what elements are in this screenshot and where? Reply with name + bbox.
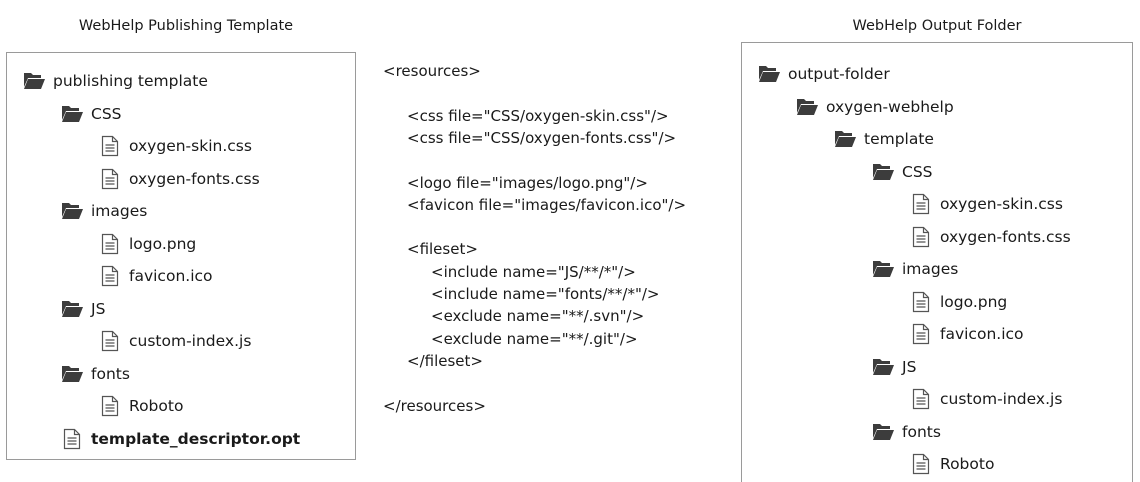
- xml-line: <include name="JS/**/*"/>: [431, 262, 636, 281]
- tree-item-label: images: [91, 202, 148, 220]
- tree-item-label: publishing template: [53, 72, 208, 90]
- tree-item: logo.png: [99, 229, 196, 259]
- tree-item-label: JS: [91, 299, 106, 318]
- file-icon: [910, 323, 932, 345]
- folder-icon: [872, 258, 894, 280]
- tree-item-label: favicon.ico: [129, 267, 213, 285]
- folder-icon: [61, 103, 83, 125]
- tree-item: custom-index.js: [99, 326, 251, 356]
- xml-line: <css file="CSS/oxygen-skin.css"/>: [407, 106, 669, 125]
- tree-item: logo.png: [910, 287, 1007, 317]
- tree-item-label: logo.png: [129, 234, 197, 253]
- file-icon: [99, 330, 121, 352]
- tree-item: fonts: [61, 359, 130, 389]
- tree-item: Roboto: [99, 391, 183, 421]
- tree-item: template_descriptor.opt: [61, 424, 300, 454]
- publishing-template-title: WebHelp Publishing Template: [78, 18, 294, 34]
- xml-line: <css file="CSS/oxygen-fonts.css"/>: [407, 128, 677, 147]
- folder-icon: [23, 70, 45, 92]
- output-folder-title: WebHelp Output Folder: [852, 18, 1022, 34]
- tree-item: oxygen-skin.css: [99, 131, 252, 161]
- tree-item-label: Roboto: [940, 455, 995, 473]
- tree-item-label: fonts: [902, 422, 941, 441]
- file-icon: [99, 135, 121, 157]
- file-icon: [910, 193, 932, 215]
- xml-line: <fileset>: [407, 240, 478, 259]
- xml-line: <exclude name="**/.git"/>: [431, 329, 638, 348]
- tree-item-label: template: [864, 130, 934, 148]
- folder-icon: [61, 200, 83, 222]
- file-icon: [99, 168, 121, 190]
- tree-item: images: [872, 254, 958, 284]
- folder-icon: [872, 421, 894, 443]
- tree-item: favicon.ico: [99, 261, 213, 291]
- tree-item: template: [834, 124, 934, 154]
- output-folder-panel: output-folder oxygen-webhelp template CSS ox…: [741, 42, 1133, 482]
- file-icon: [61, 428, 83, 450]
- tree-item-label: Roboto: [129, 397, 184, 415]
- file-icon: [910, 453, 932, 475]
- tree-item: JS: [61, 294, 105, 324]
- tree-item: JS: [872, 352, 916, 382]
- folder-icon: [61, 298, 83, 320]
- xml-line: <favicon file="images/favicon.ico"/>: [407, 195, 687, 214]
- publishing-template-panel: publishing template CSS oxygen-skin.css oxy…: [6, 52, 356, 460]
- tree-item-label: output-folder: [788, 65, 890, 83]
- tree-item-label: CSS: [91, 104, 122, 123]
- folder-icon: [872, 356, 894, 378]
- tree-item-label: oxygen-fonts.css: [129, 169, 260, 188]
- xml-line: <logo file="images/logo.png"/>: [407, 173, 648, 192]
- file-icon: [99, 265, 121, 287]
- tree-item: Roboto: [910, 449, 994, 479]
- tree-item: oxygen-fonts.css: [910, 222, 1071, 252]
- tree-item-label: custom-index.js: [940, 390, 1063, 408]
- tree-item: oxygen-webhelp: [796, 92, 954, 122]
- file-icon: [99, 233, 121, 255]
- file-icon: [910, 226, 932, 248]
- tree-item: fonts: [872, 417, 941, 447]
- tree-item-label: JS: [902, 357, 917, 376]
- folder-icon: [61, 363, 83, 385]
- tree-item: publishing template: [23, 66, 208, 96]
- tree-item: CSS: [872, 157, 933, 187]
- xml-line: </resources>: [383, 396, 486, 415]
- tree-item-label: CSS: [902, 162, 933, 181]
- folder-icon: [796, 96, 818, 118]
- tree-item: oxygen-fonts.css: [99, 164, 260, 194]
- tree-item-label: oxygen-skin.css: [940, 195, 1063, 213]
- tree-item-label: oxygen-skin.css: [129, 137, 252, 155]
- tree-item-label: fonts: [91, 364, 130, 383]
- tree-item-label: oxygen-webhelp: [826, 97, 954, 116]
- tree-item-label: images: [902, 260, 959, 278]
- xml-line: </fileset>: [407, 351, 483, 370]
- file-icon: [99, 395, 121, 417]
- xml-line: <resources>: [383, 62, 481, 80]
- folder-icon: [834, 128, 856, 150]
- tree-item: CSS: [61, 99, 122, 129]
- xml-line: <exclude name="**/.svn"/>: [431, 307, 645, 326]
- folder-icon: [872, 161, 894, 183]
- tree-item-label: favicon.ico: [940, 325, 1024, 343]
- tree-item: custom-index.js: [910, 384, 1062, 414]
- tree-item-label: custom-index.js: [129, 332, 252, 350]
- tree-item-label: logo.png: [940, 292, 1008, 311]
- tree-item: favicon.ico: [910, 319, 1024, 349]
- tree-item-label: template_descriptor.opt: [91, 429, 301, 448]
- file-icon: [910, 291, 932, 313]
- folder-icon: [758, 63, 780, 85]
- xml-line: <include name="fonts/**/*"/>: [431, 285, 660, 303]
- file-icon: [910, 388, 932, 410]
- tree-item: output-folder: [758, 59, 890, 89]
- tree-item-label: oxygen-fonts.css: [940, 227, 1071, 246]
- tree-item: oxygen-skin.css: [910, 189, 1063, 219]
- tree-item: images: [61, 196, 147, 226]
